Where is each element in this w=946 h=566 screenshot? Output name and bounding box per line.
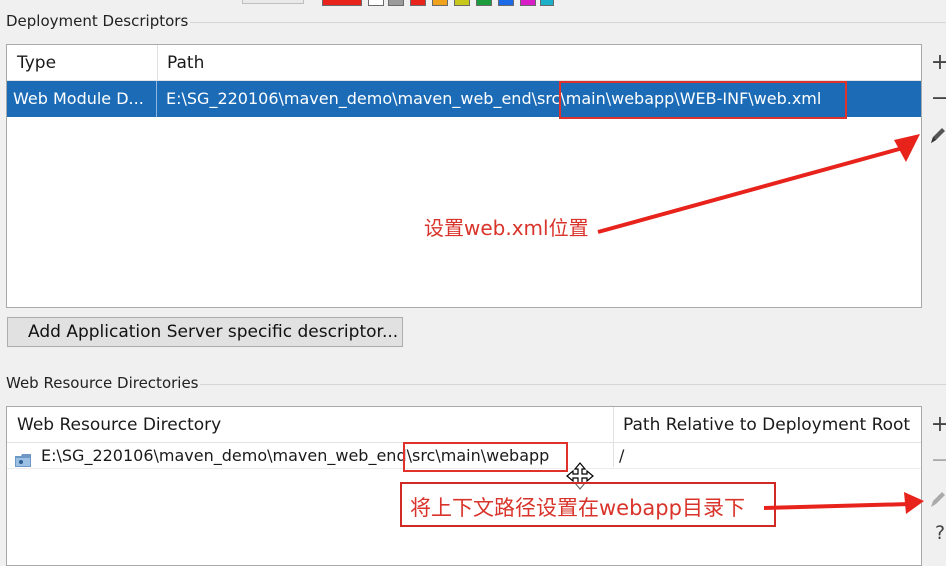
add-web-resource-icon[interactable]: + [928, 412, 946, 437]
color-swatch[interactable] [388, 0, 404, 6]
toolbar-button[interactable] [242, 0, 304, 4]
webapp-annotation: 将上下文路径设置在webapp目录下 [410, 496, 745, 520]
webapp-path-highlight-box [403, 442, 568, 472]
color-swatch[interactable] [540, 0, 554, 6]
folder-icon [15, 449, 31, 467]
column-header-web-resource-directory[interactable]: Web Resource Directory [7, 407, 613, 443]
edit-web-resource-pencil-icon[interactable] [928, 488, 946, 510]
cell-type: Web Module D... [13, 89, 144, 108]
color-swatch[interactable] [432, 0, 448, 6]
cell-relative-path: / [619, 446, 625, 465]
path-prefix: E:\SG_220106\maven_demo\maven_web_end\sr… [166, 89, 561, 108]
annotation-arrow-1 [597, 134, 920, 234]
add-descriptor-icon[interactable]: + [928, 50, 946, 75]
color-swatch[interactable] [476, 0, 492, 6]
dir-prefix: E:\SG_220106\maven_demo\maven_web_end [41, 446, 407, 465]
annotation-arrow-2 [763, 492, 924, 514]
column-header-type[interactable]: Type [7, 45, 157, 81]
section-divider [200, 384, 946, 385]
cell-divider [156, 81, 157, 117]
web-resource-directories-title: Web Resource Directories [6, 374, 199, 392]
color-swatch[interactable] [454, 0, 470, 6]
remove-web-resource-icon[interactable]: − [928, 448, 946, 473]
add-app-server-descriptor-button[interactable]: Add Application Server specific descript… [7, 317, 403, 347]
help-icon[interactable]: ? [928, 522, 946, 544]
color-swatch[interactable] [520, 0, 536, 6]
web-xml-annotation: 设置web.xml位置 [424, 216, 589, 240]
section-divider [190, 22, 946, 23]
web-xml-path-highlight-box [559, 81, 847, 119]
column-divider [157, 45, 158, 81]
remove-descriptor-icon[interactable]: − [928, 86, 946, 111]
deployment-descriptors-title: Deployment Descriptors [6, 12, 189, 30]
column-header-relative-path[interactable]: Path Relative to Deployment Root [613, 407, 921, 443]
color-swatch[interactable] [410, 0, 426, 6]
color-swatch[interactable] [368, 0, 384, 6]
color-swatch[interactable] [498, 0, 514, 6]
column-header-path[interactable]: Path [157, 45, 921, 81]
color-swatch[interactable] [322, 0, 362, 6]
